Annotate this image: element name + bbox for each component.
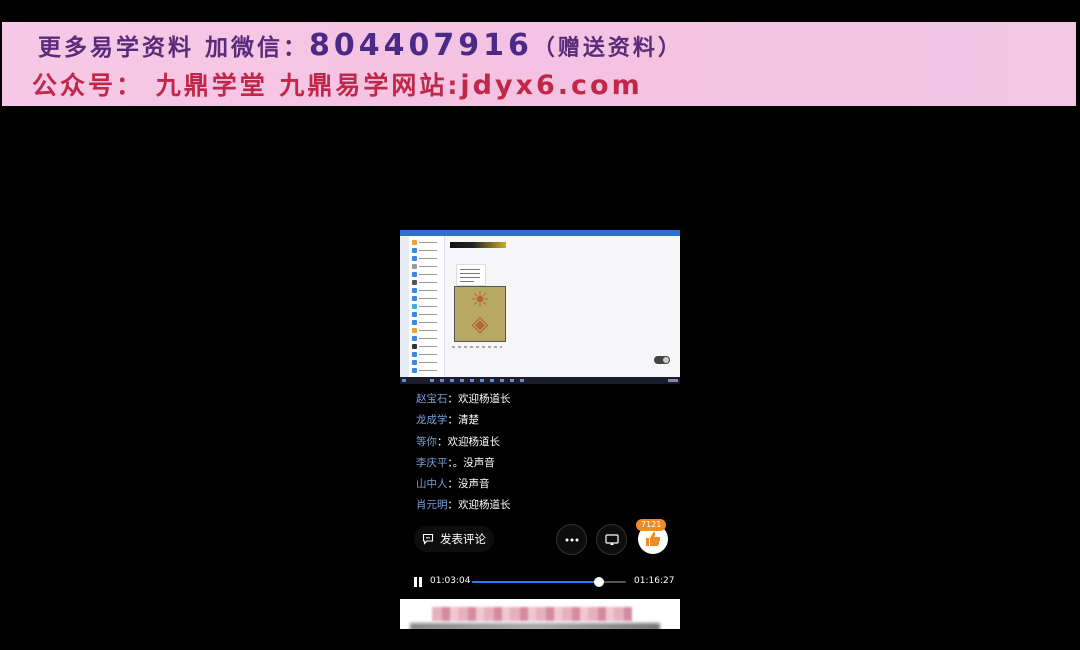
comment-list: 赵宝石：欢迎杨道长 龙成学：清楚 等你：欢迎杨道长 李庆平：。没声音 山中人：没… [416,390,676,518]
cast-screen-icon [604,533,619,545]
comment-user[interactable]: 山中人 [416,478,448,490]
progress-handle[interactable] [594,577,605,587]
desk-image-card: ☀ ◈ [454,286,506,342]
comment-item: 赵宝石：欢迎杨道长 [416,393,511,405]
desk-chat-area: ☀ ◈ [444,236,680,377]
comment-item: 等你：欢迎杨道长 [416,435,501,448]
comment-text: 没声音 [458,478,490,491]
banner-site-url: jdyx6.com [460,70,643,101]
pause-icon [414,577,417,587]
playback-controls: 01:03:04 01:16:27 [410,574,675,590]
banner-site-prefix: 公众号： 九鼎学堂 九鼎易学网站: [32,71,461,100]
more-dots-icon [565,538,578,541]
post-comment-button[interactable]: 发表评论 [414,526,494,552]
comment-item: 山中人：没声音 [416,478,490,491]
post-comment-label: 发表评论 [440,532,486,546]
banner-wechat-suffix: （赠送资料） [532,36,683,61]
pause-button[interactable] [414,577,422,587]
comment-user[interactable]: 龙成学 [416,414,448,426]
desk-taskbar [400,377,680,384]
comment-user[interactable]: 等你 [416,436,437,448]
comment-text: 欢迎杨道长 [458,393,511,405]
live-stream-panel: ☀ ◈ 赵宝石：欢迎杨道长 龙成学：清楚 等你：欢迎杨道长 李庆平：。没声音 山中… [400,230,680,630]
comment-item: 李庆平：。没声音 [416,456,495,469]
banner-wechat-prefix: 更多易学资料 加微信： [38,35,310,61]
cast-button[interactable] [596,524,627,555]
comment-text: 。没声音 [452,456,495,469]
comment-item: 龙成学：清楚 [416,414,479,427]
blurred-footer [400,599,680,629]
current-time: 01:03:04 [430,576,471,586]
comment-text: 欢迎杨道长 [447,435,501,448]
promo-banner: 更多易学资料 加微信：804407916（赠送资料） 公众号： 九鼎学堂 九鼎易… [2,22,1076,106]
comment-user[interactable]: 赵宝石 [416,393,448,405]
more-button[interactable] [556,524,587,555]
banner-line-site: 公众号： 九鼎学堂 九鼎易学网站:jdyx6.com [32,66,643,102]
comment-icon [422,533,434,545]
total-time: 01:16:27 [634,576,675,586]
like-count-badge: 7121 [636,519,667,531]
banner-line-wechat: 更多易学资料 加微信：804407916（赠送资料） [38,28,683,63]
thumbs-up-icon [646,532,661,546]
comment-text: 清楚 [458,414,479,427]
comment-user[interactable]: 肖元明 [416,499,448,511]
progress-fill [472,581,600,583]
desk-sidebar [400,236,409,377]
progress-slider[interactable] [472,577,626,587]
desk-contact-list [409,236,445,377]
banner-wechat-number: 804407916 [309,28,533,63]
comment-text: 欢迎杨道长 [458,499,511,512]
comment-user[interactable]: 李庆平 [416,457,448,469]
comment-item: 肖元明：欢迎杨道长 [416,499,511,512]
shared-screen-video[interactable]: ☀ ◈ [400,230,680,384]
